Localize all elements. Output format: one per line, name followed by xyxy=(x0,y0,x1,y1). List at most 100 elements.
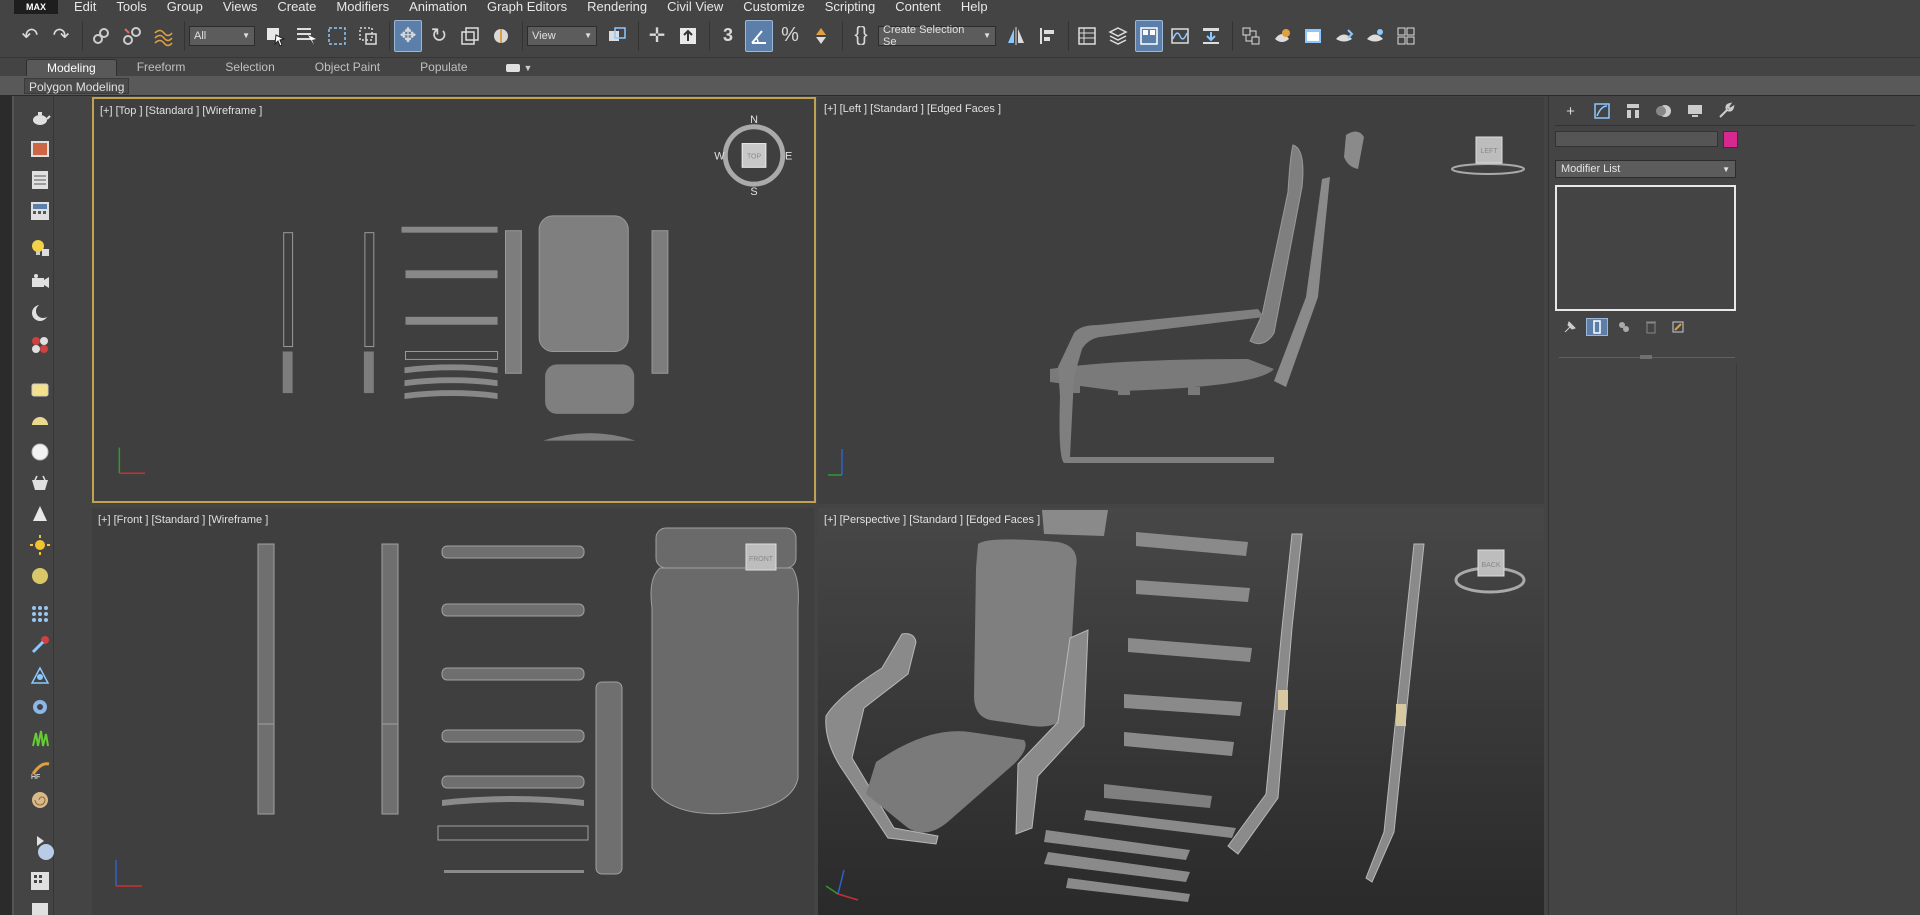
menu-tools[interactable]: Tools xyxy=(106,0,156,14)
modifier-stack[interactable] xyxy=(1555,185,1736,311)
ribbon-tab-populate[interactable]: Populate xyxy=(400,59,487,76)
ribbon-tab-modeling[interactable]: Modeling xyxy=(26,59,117,76)
plane-icon[interactable] xyxy=(28,378,52,402)
object-name-field[interactable] xyxy=(1555,131,1718,147)
rendered-frame-window-icon[interactable] xyxy=(1299,20,1327,52)
select-move-icon[interactable]: ✥ xyxy=(394,19,422,52)
sun-icon[interactable] xyxy=(28,533,52,557)
make-unique-icon[interactable] xyxy=(1613,318,1635,336)
select-object-icon[interactable] xyxy=(261,20,289,52)
select-scale-icon[interactable] xyxy=(456,20,484,52)
display-tab-icon[interactable] xyxy=(1679,100,1710,122)
menu-content[interactable]: Content xyxy=(885,0,951,14)
window-crossing-icon[interactable] xyxy=(354,20,382,52)
link-icon[interactable] xyxy=(87,20,115,52)
helper-icon[interactable] xyxy=(28,664,52,688)
viewport-perspective[interactable]: [+] [Perspective ] [Standard ] [Edged Fa… xyxy=(818,508,1544,915)
grid-dots-icon[interactable] xyxy=(28,602,52,626)
bone-icon[interactable] xyxy=(28,633,52,657)
menu-civil-view[interactable]: Civil View xyxy=(657,0,733,14)
create-tab-icon[interactable]: + xyxy=(1555,100,1586,122)
schematic-view-icon[interactable] xyxy=(1197,20,1225,52)
motion-tab-icon[interactable] xyxy=(1648,100,1679,122)
ribbon-options-button[interactable]: ▼ xyxy=(505,59,532,76)
light-bulb-icon[interactable] xyxy=(28,236,52,260)
ribbon-tab-freeform[interactable]: Freeform xyxy=(117,59,206,76)
rollout-grip[interactable] xyxy=(1640,355,1652,359)
grass-icon[interactable] xyxy=(28,726,52,750)
configure-modifier-sets-icon[interactable] xyxy=(1667,318,1689,336)
menu-graph-editors[interactable]: Graph Editors xyxy=(477,0,577,14)
render-setup-icon[interactable] xyxy=(1268,20,1296,52)
object-color-swatch[interactable] xyxy=(1723,131,1738,148)
rectangular-region-icon[interactable] xyxy=(323,20,351,52)
hemisphere-icon[interactable] xyxy=(28,409,52,433)
camera-icon[interactable] xyxy=(28,270,52,294)
undo-icon[interactable]: ↶ xyxy=(16,20,44,52)
menu-rendering[interactable]: Rendering xyxy=(577,0,657,14)
curve-editor-icon[interactable] xyxy=(1166,20,1194,52)
material-editor-icon[interactable] xyxy=(1237,20,1265,52)
mirror-icon[interactable] xyxy=(1002,20,1030,52)
align-icon[interactable] xyxy=(1033,20,1061,52)
ribbon-toggle-icon[interactable] xyxy=(1135,19,1163,52)
render-production-icon[interactable] xyxy=(1330,20,1358,52)
remove-modifier-icon[interactable] xyxy=(1640,318,1662,336)
render-cloud-icon[interactable] xyxy=(1392,20,1420,52)
menu-views[interactable]: Views xyxy=(213,0,267,14)
ribbon-tab-selection[interactable]: Selection xyxy=(205,59,294,76)
moon-icon[interactable] xyxy=(28,301,52,325)
render-iterative-icon[interactable] xyxy=(1361,20,1389,52)
polygon-modeling-panel-label[interactable]: Polygon Modeling xyxy=(24,78,130,94)
viewport-top[interactable]: [+] [Top ] [Standard ] [Wireframe ] TOP … xyxy=(92,97,816,503)
sphere-icon[interactable] xyxy=(28,440,52,464)
menu-animation[interactable]: Animation xyxy=(399,0,477,14)
cone-icon[interactable] xyxy=(28,502,52,526)
particles-icon[interactable] xyxy=(28,332,52,356)
menu-modifiers[interactable]: Modifiers xyxy=(326,0,399,14)
select-rotate-icon[interactable]: ↻ xyxy=(425,20,453,52)
grid-icon[interactable] xyxy=(28,869,52,893)
render-image-icon[interactable] xyxy=(28,137,52,161)
layer-explorer-icon[interactable] xyxy=(1104,20,1132,52)
pivot-center-icon[interactable] xyxy=(603,20,631,52)
redo-icon[interactable]: ↷ xyxy=(47,20,75,52)
reference-coordinate-dropdown[interactable]: View ▼ xyxy=(527,25,597,46)
app-logo[interactable]: MAX xyxy=(14,0,58,14)
bind-space-warp-icon[interactable] xyxy=(149,20,177,52)
select-manipulate-icon[interactable] xyxy=(487,20,515,52)
select-by-name-icon[interactable] xyxy=(292,20,320,52)
spinner-snap-icon[interactable] xyxy=(807,20,835,52)
menu-create[interactable]: Create xyxy=(267,0,326,14)
gear-icon[interactable] xyxy=(28,695,52,719)
calculator-icon[interactable] xyxy=(28,199,52,223)
unlink-icon[interactable] xyxy=(118,20,146,52)
show-end-result-icon[interactable] xyxy=(1586,318,1608,336)
ribbon-tab-object-paint[interactable]: Object Paint xyxy=(295,59,400,76)
basket-icon[interactable] xyxy=(28,471,52,495)
utilities-tab-icon[interactable] xyxy=(1710,100,1741,122)
select-and-place-icon[interactable]: ✛ xyxy=(643,20,671,52)
angle-snap-icon[interactable] xyxy=(745,19,773,52)
edit-named-selections-icon[interactable]: {} xyxy=(847,20,875,52)
menu-customize[interactable]: Customize xyxy=(733,0,814,14)
hierarchy-tab-icon[interactable] xyxy=(1617,100,1648,122)
hair-fur-icon[interactable]: HF xyxy=(28,757,52,781)
menu-group[interactable]: Group xyxy=(157,0,213,14)
shell-icon[interactable] xyxy=(28,788,52,812)
menu-scripting[interactable]: Scripting xyxy=(815,0,886,14)
percent-snap-icon[interactable]: % xyxy=(776,20,804,52)
disc-icon[interactable] xyxy=(28,564,52,588)
modifier-list-dropdown[interactable]: Modifier List ▼ xyxy=(1555,160,1736,178)
menu-help[interactable]: Help xyxy=(951,0,998,14)
snap-toggle-icon[interactable]: 3 xyxy=(714,20,742,52)
selection-filter-dropdown[interactable]: All ▼ xyxy=(189,25,255,46)
viewport-front[interactable]: [+] [Front ] [Standard ] [Wireframe ] FR… xyxy=(92,508,814,915)
spreadsheet-icon[interactable] xyxy=(28,168,52,192)
pin-stack-icon[interactable] xyxy=(1559,318,1581,336)
render-frame-icon[interactable] xyxy=(28,896,52,915)
scene-explorer-icon[interactable] xyxy=(1073,20,1101,52)
select-and-link-icon[interactable] xyxy=(674,20,702,52)
blue-sphere-icon[interactable] xyxy=(34,840,58,864)
teapot-icon[interactable] xyxy=(28,106,52,130)
